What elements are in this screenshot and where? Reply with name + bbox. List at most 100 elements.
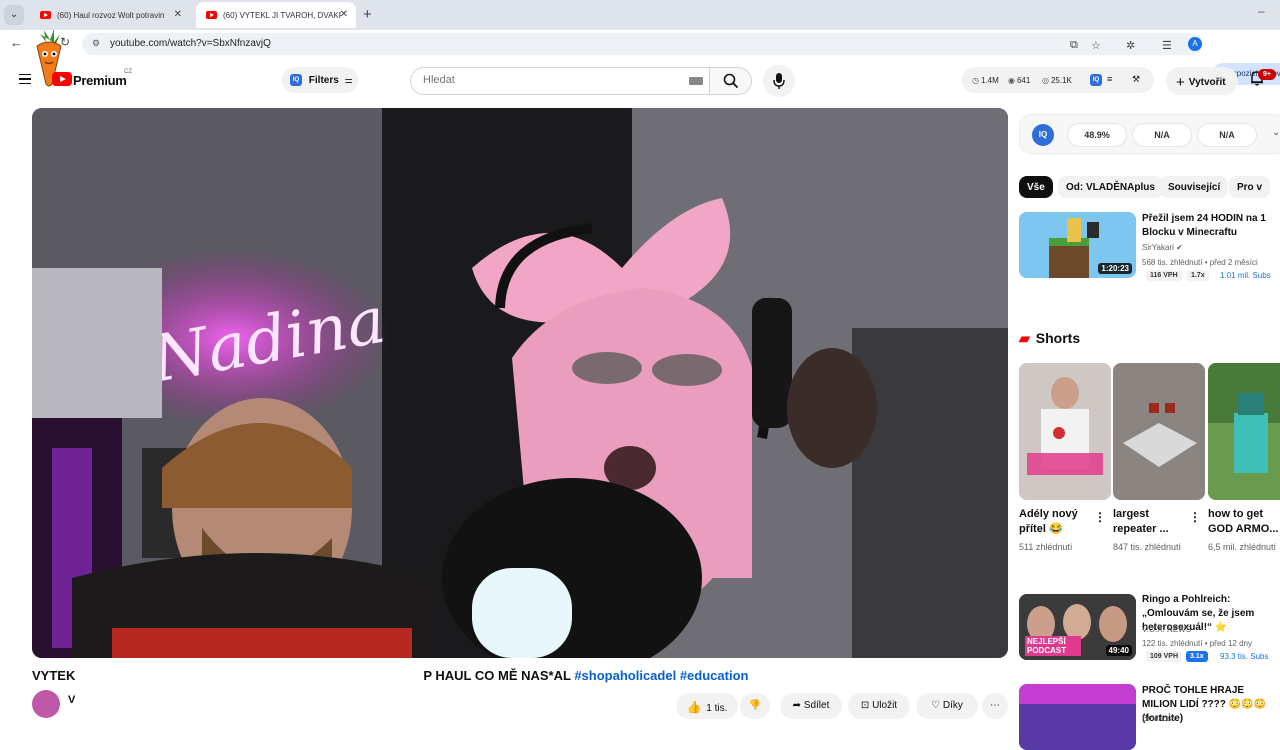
tab-search-chevron-icon[interactable]: ⌄ [4, 5, 24, 25]
new-tab-icon[interactable]: + [363, 6, 372, 23]
youtube-favicon-icon [206, 11, 217, 19]
dislike-button[interactable]: 👎 [740, 693, 770, 719]
site-info-icon[interactable]: ⚙ [92, 38, 100, 49]
verified-check-icon: ✔ [1176, 243, 1183, 252]
share-button[interactable]: ➦ Sdílet [780, 693, 842, 719]
iq-metric-3: N/A [1197, 123, 1257, 147]
logo-premium-text[interactable]: Premium [73, 73, 127, 88]
create-label: Vytvořit [1188, 77, 1226, 88]
video-frame: Nadina [32, 108, 1008, 658]
search-input[interactable] [423, 74, 673, 86]
extensions-icon[interactable]: ✲ [1126, 39, 1135, 52]
browser-toolbar: ← ↻ ⚙ youtube.com/watch?v=SbxNfnzavjQ ⧉ … [0, 30, 1280, 85]
browser-tab-2[interactable]: (60) VYTEKL JI TVAROH, DVAKRÁT ✕ [196, 2, 356, 28]
url-text[interactable]: youtube.com/watch?v=SbxNfnzavjQ [110, 38, 271, 49]
thumbnail-image [1019, 684, 1136, 750]
search-box [410, 67, 710, 95]
more-vert-icon[interactable]: ⋮ [1189, 510, 1201, 524]
thumbs-down-icon: 👎 [748, 700, 762, 711]
youtube-favicon-icon [40, 11, 51, 19]
rec-channel[interactable]: V.O.X. NEWS [1142, 625, 1191, 634]
viewers-stat: ◎ 25.1K [1042, 76, 1072, 85]
browser-profile-avatar[interactable]: A [1188, 37, 1202, 51]
microphone-icon [773, 73, 785, 89]
views-stat: ◷ 1.4M [972, 76, 999, 85]
heart-money-icon: ♡ [931, 700, 941, 711]
more-actions-button[interactable]: ⋯ [982, 693, 1008, 719]
short-thumbnail[interactable] [1019, 363, 1111, 500]
visibility-icon: ◎ [1042, 76, 1049, 85]
short-title[interactable]: largest repeater ... [1113, 507, 1187, 537]
filters-button[interactable]: IQ Filters ⚌ [282, 67, 358, 93]
youtube-header: Premium CZ IQ Filters ⚌ ◷1.4M ◉641 ◎25.1… [0, 60, 1280, 102]
shorts-heading: ▰ Shorts [1019, 330, 1080, 347]
close-tab-icon[interactable]: ✕ [174, 9, 182, 20]
chip-related[interactable]: Související [1160, 176, 1229, 198]
bookmark-star-icon[interactable]: ☆ [1091, 39, 1101, 52]
short-thumbnail[interactable] [1208, 363, 1280, 500]
channel-name-partial[interactable]: V [68, 694, 75, 706]
eye-icon: ◉ [1008, 76, 1015, 85]
more-vert-icon[interactable]: ⋮ [1094, 510, 1106, 524]
video-duration: 1:20:23 [1098, 263, 1132, 274]
search-button[interactable] [709, 67, 752, 95]
reading-list-icon[interactable]: ☰ [1162, 39, 1172, 52]
hashtag-link[interactable]: #shopaholicadel [574, 668, 676, 683]
rec-title[interactable]: Přežil jsem 24 HODIN na 1 Blocku v Minec… [1142, 212, 1278, 240]
install-app-icon[interactable]: ⧉ [1070, 39, 1078, 52]
tab-title: (60) Haul rozvoz Wolt potravin [57, 10, 165, 20]
create-button[interactable]: + Vytvořit [1166, 67, 1238, 95]
iq-stats-icon[interactable]: IQ [1090, 74, 1102, 86]
filters-label: Filters [308, 74, 339, 86]
iq-metric-1: 48.9% [1067, 123, 1127, 147]
queue-icon[interactable]: ≡ [1107, 74, 1112, 84]
video-player[interactable]: Nadina [32, 108, 1008, 658]
short-image [1113, 363, 1205, 500]
short-image [1208, 363, 1280, 500]
browser-tab-1[interactable]: (60) Haul rozvoz Wolt potravin ✕ [30, 2, 190, 28]
rec-thumbnail[interactable]: NEJLEPŠÍ PODCAST 49:40 [1019, 594, 1136, 660]
keyboard-icon[interactable] [689, 77, 703, 85]
short-views: 511 zhlédnutí [1019, 542, 1073, 552]
like-button[interactable]: 👍 1 tis. [676, 693, 738, 719]
menu-icon[interactable] [19, 74, 31, 84]
video-title-rest: P HAUL CO MĚ NAS*AL [423, 668, 571, 683]
plus-icon: + [1176, 74, 1185, 91]
clock-icon: ◷ [972, 76, 979, 85]
region-code: CZ [124, 69, 132, 75]
hashtag-link[interactable]: #education [680, 668, 749, 683]
short-title[interactable]: Adély nový přítel 😂 [1019, 507, 1093, 537]
address-bar[interactable]: ⚙ youtube.com/watch?v=SbxNfnzavjQ ⧉ ☆ ✲ … [82, 33, 1202, 55]
voice-search-button[interactable] [763, 65, 795, 97]
sliders-icon: ⚌ [344, 74, 353, 85]
chip-from-channel[interactable]: Od: VLADĚNAplus [1058, 176, 1163, 198]
share-label: Sdílet [803, 700, 830, 711]
channel-avatar[interactable] [32, 690, 60, 718]
thanks-button[interactable]: ♡ Díky [916, 693, 978, 719]
video-title: VYTEK P HAUL CO MĚ NAS*AL #shopaholicadel… [32, 668, 748, 683]
more-horizontal-icon: ⋯ [990, 700, 1000, 711]
short-title[interactable]: how to get GOD ARMO... [1208, 507, 1280, 537]
thumbnail-caption: NEJLEPŠÍ PODCAST [1025, 636, 1081, 656]
youtube-logo-icon[interactable] [52, 72, 72, 86]
notification-badge: 9+ [1258, 69, 1276, 80]
rec-thumbnail[interactable]: 1:20:23 [1019, 212, 1136, 278]
rec-channel[interactable]: Emanoss [1142, 714, 1175, 723]
iq-logo-icon[interactable]: IQ [1032, 124, 1054, 146]
minimize-icon[interactable]: – [1258, 4, 1265, 18]
chevron-down-icon[interactable]: ⌄ [1272, 127, 1280, 138]
save-button[interactable]: ⊡ Uložit [848, 693, 910, 719]
ratio-badge: 3.1x [1186, 651, 1208, 662]
search-icon [723, 73, 739, 89]
rec-channel[interactable]: SirYakari ✔ [1142, 243, 1183, 252]
chip-for-you[interactable]: Pro v [1229, 176, 1271, 198]
short-thumbnail[interactable] [1113, 363, 1205, 500]
iq-metric-2: N/A [1132, 123, 1192, 147]
rec-thumbnail[interactable] [1019, 684, 1136, 750]
tools-icon[interactable]: ⚒ [1132, 74, 1140, 85]
chip-all[interactable]: Vše [1019, 176, 1053, 198]
rec-meta: 568 tis. zhlédnutí • před 2 měsíci [1142, 258, 1258, 267]
back-arrow-icon[interactable]: ← [10, 35, 23, 50]
thumbs-up-icon: 👍 [686, 700, 702, 714]
close-tab-icon[interactable]: ✕ [340, 9, 348, 20]
